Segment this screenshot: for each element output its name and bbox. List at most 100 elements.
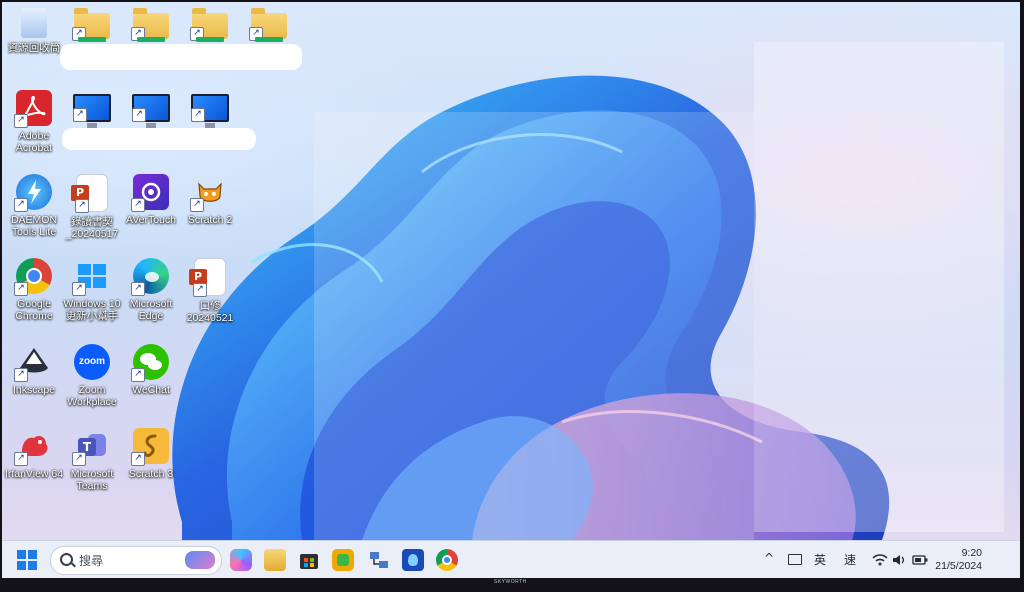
icon-label: IrfanView 64 — [4, 468, 64, 480]
shortcut-arrow-icon: ↗ — [14, 198, 28, 212]
irfanview-icon: ↗ — [14, 428, 52, 466]
icon-label: AVerTouch — [125, 214, 176, 226]
icon-label: Scratch 2 — [187, 214, 233, 226]
taskbar: 搜尋 ^ 英 速 9:20 21/5/2024 — [2, 540, 1020, 578]
chrome-taskbar-button[interactable] — [436, 549, 458, 571]
shortcut-arrow-icon: ↗ — [193, 283, 207, 297]
desktop-screen: 資源回收筒 ↗ ↗ ↗ ↗ ↗ Adobe Acrobat ↗ ↗ ↗ ↗ DA… — [2, 2, 1020, 578]
input-mode-indicator[interactable]: 速 — [844, 551, 856, 568]
scratch3-icon: ↗ — [131, 428, 169, 466]
clock-time: 9:20 — [961, 547, 982, 559]
shortcut-arrow-icon: ↗ — [14, 282, 28, 296]
file-explorer-button[interactable] — [264, 549, 286, 571]
desktop-icon-scratch2[interactable]: ↗ Scratch 2 — [178, 174, 242, 252]
recycle-bin-icon — [21, 8, 47, 38]
taskbar-app-button[interactable] — [402, 549, 424, 571]
redacted-label — [60, 44, 302, 70]
battery-icon[interactable] — [912, 554, 928, 566]
display-artifact — [754, 42, 1004, 532]
network-devices-icon — [370, 552, 388, 568]
zoom-icon: zoom — [74, 344, 110, 380]
icon-label: 口修 20240521 — [186, 300, 234, 324]
chrome-icon — [442, 555, 452, 565]
desktop-icon-inkscape[interactable]: ↗ Inkscape — [2, 344, 66, 422]
icon-label: Scratch 3 — [128, 468, 174, 480]
wechat-icon: ↗ — [131, 344, 169, 382]
shortcut-arrow-icon: ↗ — [131, 198, 145, 212]
monitor-brand-logo: SKYWORTH — [494, 579, 527, 585]
shortcut-arrow-icon: ↗ — [131, 368, 145, 382]
shortcut-arrow-icon: ↗ — [72, 452, 86, 466]
shortcut-arrow-icon: ↗ — [72, 282, 86, 296]
copilot-button[interactable] — [230, 549, 252, 571]
desktop-icon-scratch3[interactable]: ↗ Scratch 3 — [119, 428, 183, 506]
powerpoint-file-icon: P ↗ — [71, 174, 108, 213]
icon-label: Microsoft Teams — [70, 468, 114, 492]
app-icon — [337, 554, 349, 566]
desktop-icon-windows-update[interactable]: ↗ Windows 10 更新小幫手 — [60, 258, 124, 336]
shortcut-arrow-icon: ↗ — [132, 108, 146, 122]
wifi-icon[interactable] — [872, 553, 888, 567]
avertouch-icon: ↗ — [131, 174, 169, 212]
teams-icon: T ↗ — [72, 428, 110, 466]
shortcut-arrow-icon: ↗ — [73, 108, 87, 122]
adobe-acrobat-icon: ↗ — [14, 90, 52, 128]
app-icon — [408, 554, 418, 566]
desktop-icon-irfanview[interactable]: ↗ IrfanView 64 — [2, 428, 66, 506]
windows-update-icon: ↗ — [72, 258, 110, 296]
icon-label: Windows 10 更新小幫手 — [63, 298, 121, 322]
icon-label: Inkscape — [12, 384, 56, 396]
store-icon — [300, 554, 318, 569]
desktop-icon-pptx-file[interactable]: P ↗ 錄讀書契 _20240517 — [60, 174, 124, 252]
shortcut-arrow-icon: ↗ — [131, 452, 145, 466]
tray-display-icon[interactable] — [788, 554, 802, 565]
icon-label: WeChat — [132, 384, 170, 396]
input-language-indicator[interactable]: 英 — [814, 551, 826, 568]
shortcut-arrow-icon: ↗ — [131, 282, 145, 296]
windows-logo-icon — [17, 550, 37, 570]
folder-icon: ↗ — [249, 8, 287, 42]
search-icon — [60, 553, 73, 566]
show-hidden-icons-chevron-icon[interactable]: ^ — [764, 551, 774, 565]
clock-date: 21/5/2024 — [935, 560, 982, 572]
monitor-icon: ↗ — [191, 94, 229, 128]
taskbar-search[interactable]: 搜尋 — [50, 546, 222, 575]
display-artifact — [314, 112, 754, 540]
taskbar-clock[interactable]: 9:20 21/5/2024 — [935, 547, 982, 573]
shortcut-arrow-icon: ↗ — [131, 27, 145, 41]
monitor-icon: ↗ — [73, 94, 111, 128]
edge-icon: ↗ — [131, 258, 169, 296]
shortcut-arrow-icon: ↗ — [249, 27, 263, 41]
redacted-label — [62, 128, 256, 150]
shortcut-arrow-icon: ↗ — [190, 198, 204, 212]
icon-label: 錄讀書契 _20240517 — [65, 216, 119, 240]
shortcut-arrow-icon: ↗ — [75, 199, 89, 213]
icon-label: DAEMON Tools Lite — [10, 214, 58, 238]
desktop-icon-pptx-file[interactable]: P ↗ 口修 20240521 — [178, 258, 242, 336]
desktop-icon-chrome[interactable]: ↗ Google Chrome — [2, 258, 66, 336]
shortcut-arrow-icon: ↗ — [191, 108, 205, 122]
icon-label: 資源回收筒 — [7, 42, 61, 54]
daemon-tools-icon: ↗ — [14, 174, 52, 212]
taskbar-app-button[interactable] — [332, 549, 354, 571]
shortcut-arrow-icon: ↗ — [190, 27, 204, 41]
icon-label: Google Chrome — [15, 298, 53, 322]
start-button[interactable] — [16, 549, 38, 571]
monitor-icon: ↗ — [132, 94, 170, 128]
search-placeholder: 搜尋 — [79, 554, 104, 568]
desktop-icon-recycle-bin[interactable]: 資源回收筒 — [2, 8, 66, 86]
volume-icon[interactable] — [892, 553, 908, 567]
desktop-icon-edge[interactable]: ↗ Microsoft Edge — [119, 258, 183, 336]
desktop-icon-zoom[interactable]: zoom Zoom Workplace — [60, 344, 124, 422]
desktop-icon-wechat[interactable]: ↗ WeChat — [119, 344, 183, 422]
network-app-button[interactable] — [368, 549, 390, 571]
desktop-icon-daemon-tools[interactable]: ↗ DAEMON Tools Lite — [2, 174, 66, 252]
desktop-icon-avertouch[interactable]: ↗ AVerTouch — [119, 174, 183, 252]
shortcut-arrow-icon: ↗ — [72, 27, 86, 41]
desktop-icon-adobe-acrobat[interactable]: ↗ Adobe Acrobat — [2, 90, 66, 168]
icon-label: Microsoft Edge — [129, 298, 173, 322]
icon-label: Adobe Acrobat — [15, 130, 53, 154]
microsoft-store-button[interactable] — [298, 549, 320, 571]
shortcut-arrow-icon: ↗ — [14, 452, 28, 466]
desktop-icon-teams[interactable]: T ↗ Microsoft Teams — [60, 428, 124, 506]
